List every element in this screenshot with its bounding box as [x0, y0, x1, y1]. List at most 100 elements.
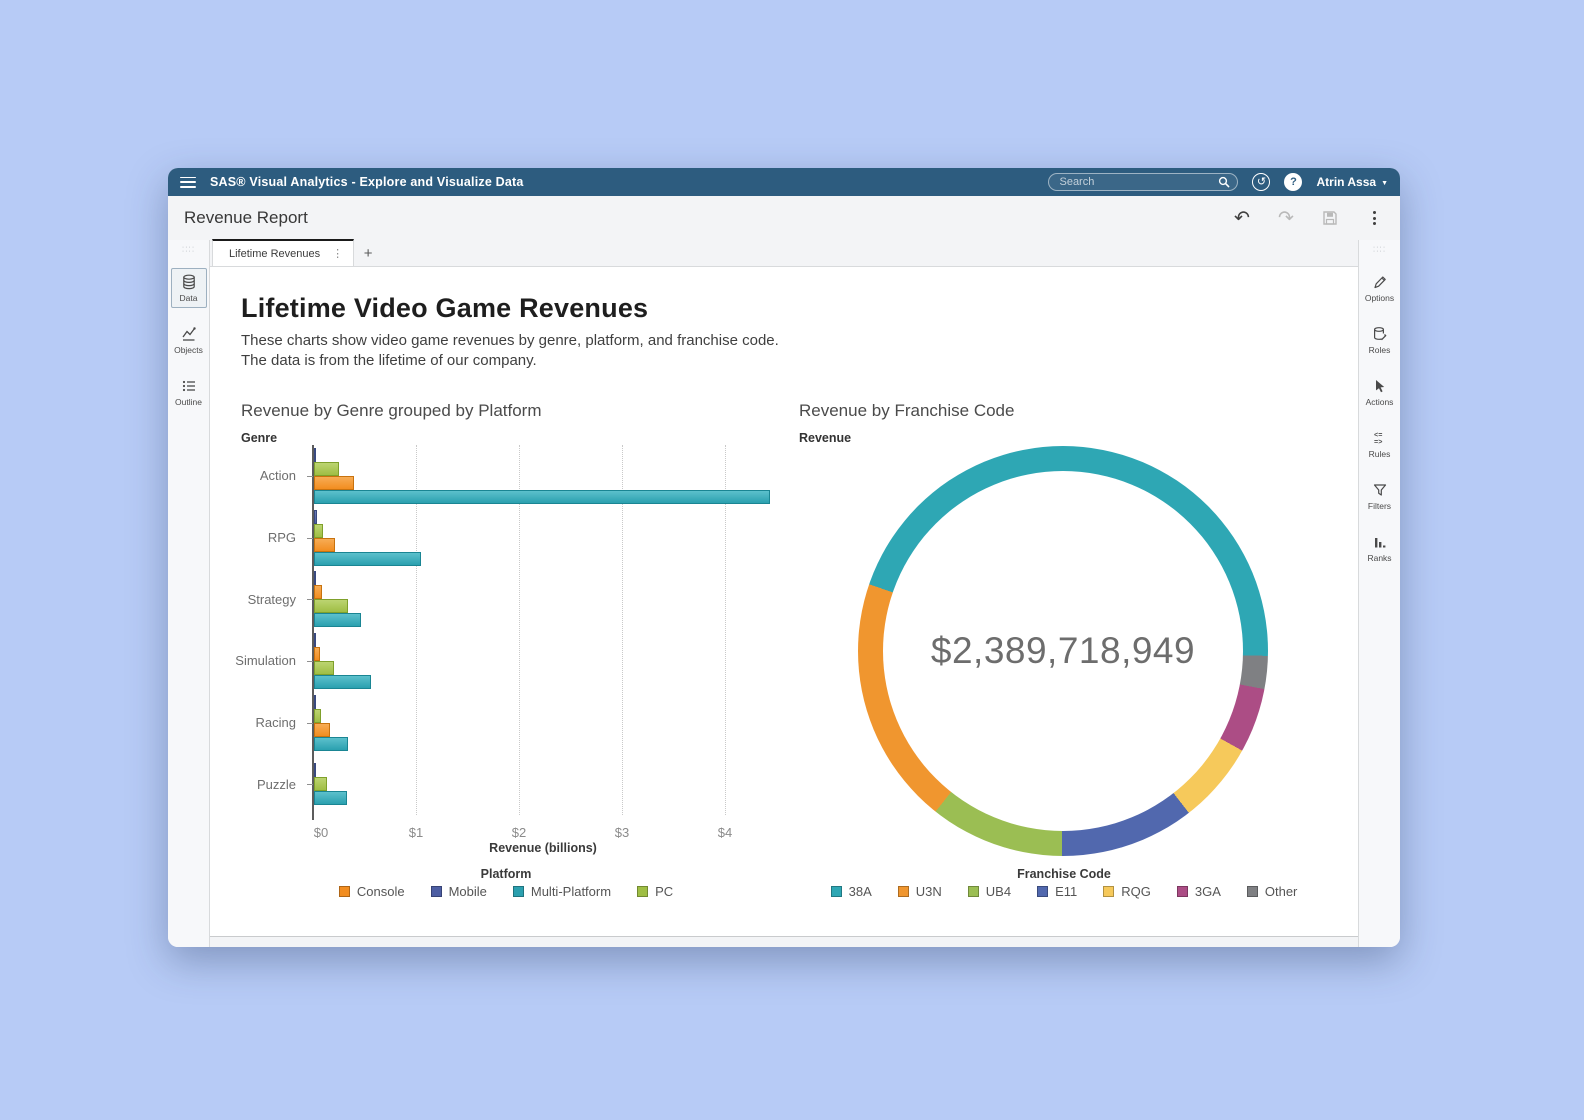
bar-simulation-mobile[interactable] [314, 633, 316, 647]
legend-item-pc[interactable]: PC [637, 884, 673, 899]
rail-item-rules[interactable]: <==>Rules [1362, 424, 1398, 464]
rail-item-ranks[interactable]: Ranks [1362, 528, 1398, 568]
app-header: SAS® Visual Analytics - Explore and Visu… [168, 168, 1400, 196]
page-subtitle: These charts show video game revenues by… [241, 331, 779, 370]
bar-action-mobile[interactable] [314, 448, 316, 462]
rail-item-label: Rules [1369, 449, 1391, 459]
bar-rpg-console[interactable] [314, 538, 335, 552]
help-icon[interactable]: ? [1284, 173, 1302, 191]
panel-drag-handle[interactable]: ········ [182, 246, 195, 254]
rail-item-label: Roles [1369, 345, 1391, 355]
donut-chart-panel[interactable]: Revenue by Franchise Code Revenue $2,389… [799, 401, 1339, 445]
rail-item-roles[interactable]: Roles [1362, 320, 1398, 360]
bar-action-console[interactable] [314, 476, 354, 490]
x-tick-label: $2 [512, 825, 526, 840]
legend-item-3ga[interactable]: 3GA [1177, 884, 1221, 899]
more-options-icon[interactable] [1364, 208, 1384, 228]
rail-item-label: Objects [174, 345, 203, 355]
x-tick-label: $1 [409, 825, 423, 840]
legend-label: E11 [1055, 884, 1077, 899]
bar-group-action [314, 448, 778, 504]
undo-button[interactable]: ↶ [1232, 208, 1252, 228]
rail-item-label: Actions [1366, 397, 1394, 407]
bar-strategy-multi-platform[interactable] [314, 613, 361, 627]
bar-racing-multi-platform[interactable] [314, 737, 348, 751]
bar-simulation-pc[interactable] [314, 661, 334, 675]
bar-simulation-multi-platform[interactable] [314, 675, 371, 689]
bar-group-racing [314, 695, 778, 751]
app-window: SAS® Visual Analytics - Explore and Visu… [168, 168, 1400, 947]
legend-label: Mobile [449, 884, 487, 899]
bar-action-multi-platform[interactable] [314, 490, 770, 504]
y-tick-mark [307, 661, 313, 662]
donut-ring[interactable]: $2,389,718,949 [858, 446, 1268, 856]
search-box[interactable] [1048, 173, 1238, 191]
page-tab-bar: Lifetime Revenues ⋮ + [210, 240, 1358, 267]
bar-racing-console[interactable] [314, 723, 330, 737]
legend-swatch [1177, 886, 1188, 897]
legend-label: Multi-Platform [531, 884, 611, 899]
bar-racing-mobile[interactable] [314, 695, 316, 709]
bar-puzzle-pc[interactable] [314, 777, 327, 791]
bar-puzzle-multi-platform[interactable] [314, 791, 347, 805]
legend-item-rqg[interactable]: RQG [1103, 884, 1151, 899]
bar-chart-plot-area: $0$1$2$3$4ActionRPGStrategySimulationRac… [313, 445, 778, 815]
y-tick-mark [307, 784, 313, 785]
legend-item-mobile[interactable]: Mobile [431, 884, 487, 899]
search-icon[interactable] [1218, 176, 1230, 188]
rail-item-data[interactable]: Data [171, 268, 207, 308]
bar-strategy-console[interactable] [314, 585, 322, 599]
y-tick-mark [307, 599, 313, 600]
outline-list-icon [181, 378, 197, 394]
save-button[interactable] [1320, 208, 1340, 228]
menu-icon[interactable] [180, 177, 196, 188]
add-page-button[interactable]: + [354, 240, 382, 266]
panel-drag-handle[interactable]: ········ [1373, 246, 1386, 254]
x-tick-label: $0 [314, 825, 328, 840]
legend-item-ub4[interactable]: UB4 [968, 884, 1011, 899]
redo-button[interactable]: ↷ [1276, 208, 1296, 228]
legend-item-console[interactable]: Console [339, 884, 405, 899]
legend-swatch [831, 886, 842, 897]
bar-strategy-pc[interactable] [314, 599, 348, 613]
bar-puzzle-mobile[interactable] [314, 763, 316, 777]
actions-cursor-icon [1372, 378, 1388, 394]
legend-item-e11[interactable]: E11 [1037, 884, 1077, 899]
rail-item-filters[interactable]: Filters [1362, 476, 1398, 516]
bar-rpg-multi-platform[interactable] [314, 552, 421, 566]
ranks-bars-icon [1372, 534, 1388, 550]
legend-label: 38A [849, 884, 872, 899]
user-name: Atrin Assa [1316, 175, 1376, 189]
rail-item-options[interactable]: Options [1362, 268, 1398, 308]
bar-chart-panel[interactable]: Revenue by Genre grouped by Platform Gen… [241, 401, 781, 445]
bar-rpg-mobile[interactable] [314, 510, 317, 524]
rail-item-objects[interactable]: Objects [171, 320, 207, 360]
rail-item-actions[interactable]: Actions [1362, 372, 1398, 412]
bar-strategy-mobile[interactable] [314, 571, 316, 585]
bar-action-pc[interactable] [314, 462, 339, 476]
bar-group-strategy [314, 571, 778, 627]
bar-rpg-pc[interactable] [314, 524, 323, 538]
legend-label: Console [357, 884, 405, 899]
legend-item-38a[interactable]: 38A [831, 884, 872, 899]
legend-item-multi-platform[interactable]: Multi-Platform [513, 884, 611, 899]
left-panel-rail: ········ Data Objects Outline [168, 240, 210, 947]
tab-menu-icon[interactable]: ⋮ [332, 247, 343, 260]
bar-chart-legend-title: Platform [241, 867, 771, 881]
tab-lifetime-revenues[interactable]: Lifetime Revenues ⋮ [212, 239, 354, 266]
x-tick-label: $4 [718, 825, 732, 840]
y-tick-mark [307, 723, 313, 724]
user-menu[interactable]: Atrin Assa ▼ [1316, 175, 1388, 189]
bar-chart-legend: Console Mobile Multi-Platform PC [241, 884, 771, 899]
search-input[interactable] [1059, 176, 1218, 188]
rail-item-outline[interactable]: Outline [171, 372, 207, 412]
history-icon[interactable]: ↺ [1252, 173, 1270, 191]
rail-item-label: Filters [1368, 501, 1391, 511]
legend-item-other[interactable]: Other [1247, 884, 1298, 899]
genre-label-racing: Racing [233, 692, 305, 754]
bar-simulation-console[interactable] [314, 647, 320, 661]
bar-racing-pc[interactable] [314, 709, 321, 723]
legend-swatch [898, 886, 909, 897]
legend-item-u3n[interactable]: U3N [898, 884, 942, 899]
roles-data-icon [1372, 326, 1388, 342]
